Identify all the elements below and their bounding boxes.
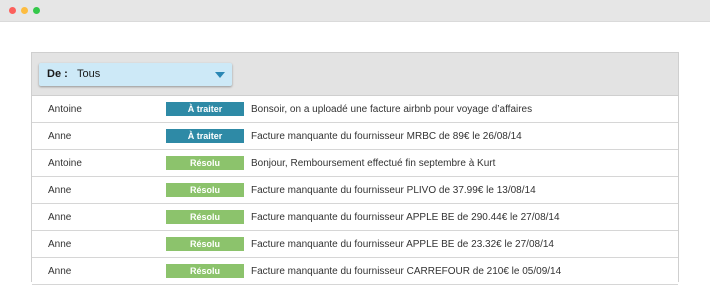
- status-badge: Résolu: [166, 210, 244, 224]
- message-sender: Anne: [48, 266, 72, 277]
- status-badge: Résolu: [166, 237, 244, 251]
- message-subject: Facture manquante du fournisseur CARREFO…: [251, 266, 562, 277]
- message-sender: Anne: [48, 212, 72, 223]
- main-content: De : Tous Antoine À traiter Bonsoir, on a …: [0, 22, 710, 285]
- message-row[interactable]: Anne À traiter Facture manquante du fourni…: [32, 123, 678, 150]
- message-sender: Anne: [48, 185, 72, 196]
- message-subject: Bonjour, Remboursement effectué fin sept…: [251, 158, 496, 169]
- message-sender: Antoine: [48, 104, 82, 115]
- chevron-down-icon[interactable]: [215, 72, 225, 78]
- maximize-window-button[interactable]: [33, 7, 40, 14]
- message-subject: Facture manquante du fournisseur MRBC de…: [251, 131, 522, 142]
- message-row[interactable]: Antoine À traiter Bonsoir, on a uploadé un…: [32, 96, 678, 123]
- message-row[interactable]: Anne Résolu Facture manquante du fournisse…: [32, 177, 678, 204]
- message-sender: Anne: [48, 239, 72, 250]
- messages-panel: De : Tous Antoine À traiter Bonsoir, on a …: [31, 52, 679, 285]
- message-sender: Antoine: [48, 158, 82, 169]
- status-badge: À traiter: [166, 102, 244, 116]
- message-subject: Facture manquante du fournisseur APPLE B…: [251, 239, 554, 250]
- message-subject: Facture manquante du fournisseur PLIVO d…: [251, 185, 536, 196]
- status-badge: Résolu: [166, 264, 244, 278]
- filter-bar: De : Tous: [32, 53, 678, 96]
- message-row[interactable]: Anne Résolu Facture manquante du fournisse…: [32, 231, 678, 258]
- message-sender: Anne: [48, 131, 72, 142]
- message-row[interactable]: Antoine Résolu Bonjour, Remboursement effe…: [32, 150, 678, 177]
- status-badge: Résolu: [166, 156, 244, 170]
- message-row[interactable]: Anne Résolu Facture manquante du fournisse…: [32, 204, 678, 231]
- message-row[interactable]: Anne Résolu Facture manquante du fournisse…: [32, 258, 678, 285]
- window-titlebar: [0, 0, 710, 22]
- status-badge: À traiter: [166, 129, 244, 143]
- sender-filter-label: De :: [47, 68, 68, 80]
- message-subject: Facture manquante du fournisseur APPLE B…: [251, 212, 560, 223]
- status-badge: Résolu: [166, 183, 244, 197]
- sender-filter-select[interactable]: De : Tous: [39, 63, 232, 86]
- close-window-button[interactable]: [9, 7, 16, 14]
- sender-filter-value: Tous: [77, 68, 101, 80]
- message-subject: Bonsoir, on a uploadé une facture airbnb…: [251, 104, 533, 115]
- minimize-window-button[interactable]: [21, 7, 28, 14]
